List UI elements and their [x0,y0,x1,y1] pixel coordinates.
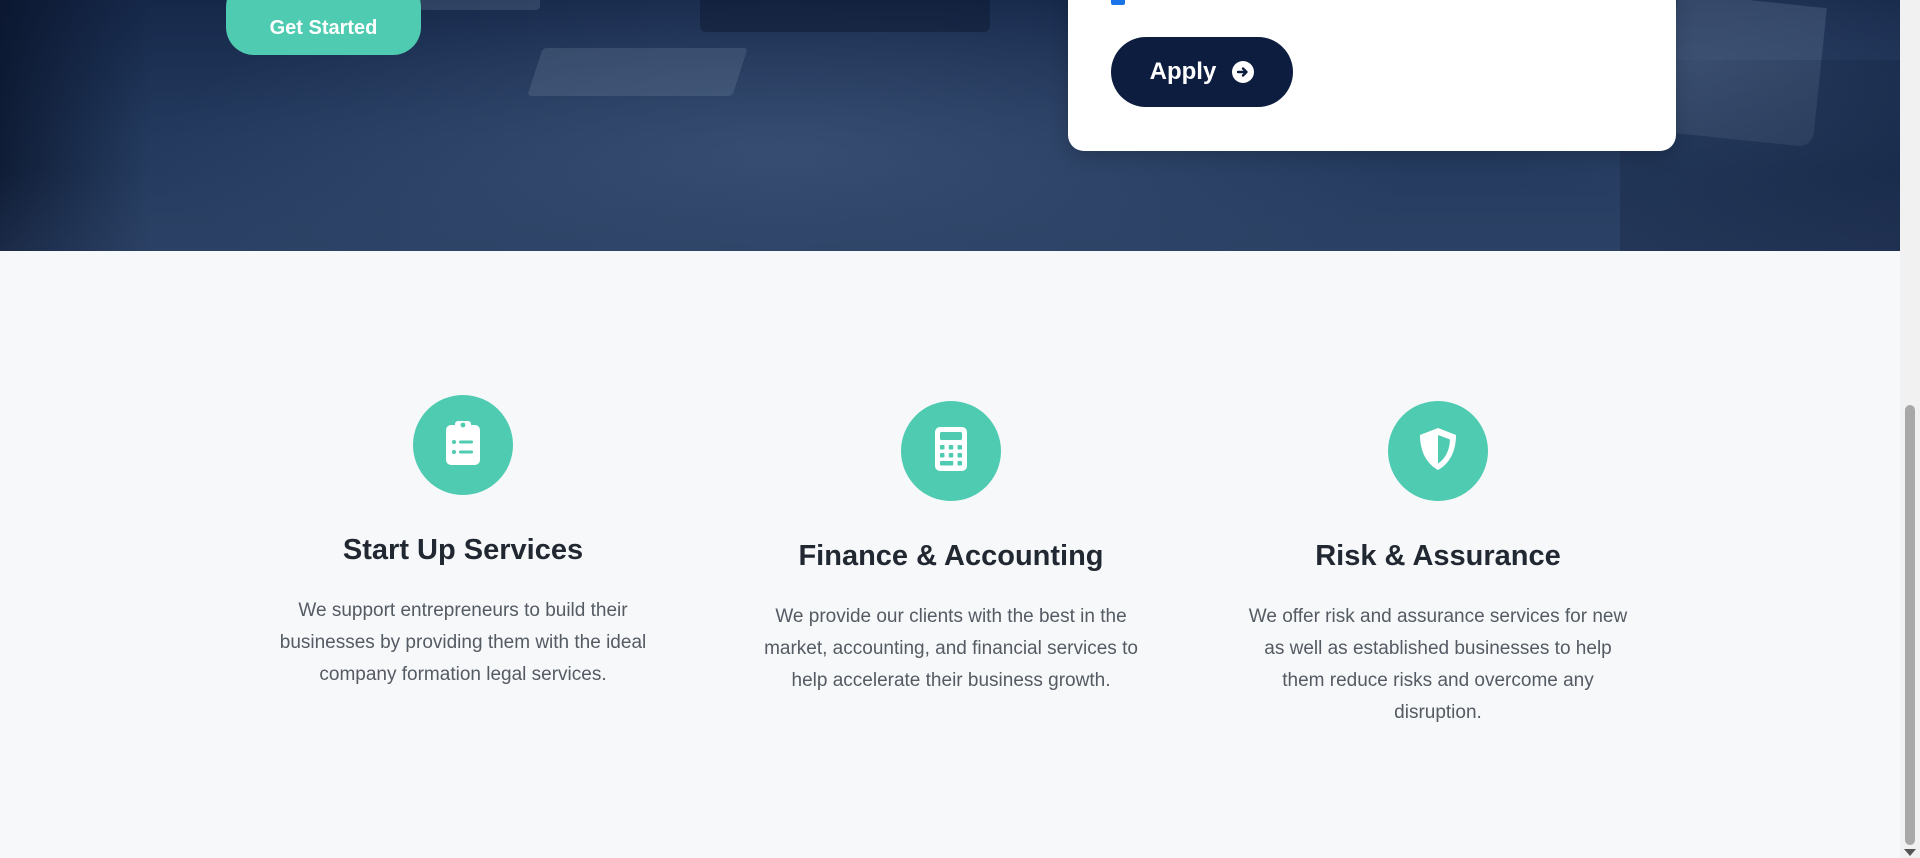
apply-button[interactable]: Apply [1111,37,1293,107]
shield-icon [1417,426,1459,477]
hero-background-phone [527,48,748,96]
service-card-finance: Finance & Accounting We provide our clie… [756,401,1146,697]
consent-checkbox[interactable] [1111,0,1125,5]
service-card-startup: Start Up Services We support entrepreneu… [268,395,658,691]
hero-section: Get Started Apply [0,0,1900,251]
service-description: We support entrepreneurs to build their … [279,600,647,685]
service-title: Risk & Assurance [1315,540,1561,572]
page-scrollbar[interactable] [1900,0,1920,858]
service-description: We offer risk and assurance services for… [1248,606,1628,723]
service-icon-circle [413,395,513,495]
apply-label: Apply [1149,58,1217,85]
service-icon-circle [901,401,1001,501]
hero-background-laptop [700,0,990,32]
service-description: We provide our clients with the best in … [764,606,1138,691]
service-card-risk: Risk & Assurance We offer risk and assur… [1243,401,1633,729]
service-icon-circle [1388,401,1488,501]
get-started-button[interactable]: Get Started [226,0,421,55]
service-title: Finance & Accounting [798,540,1104,572]
hero-background-table [0,170,1900,251]
service-title: Start Up Services [342,534,584,566]
services-section: Start Up Services We support entrepreneu… [0,251,1900,858]
clipboard-list-icon [445,420,481,471]
calculator-icon [934,426,968,477]
scroll-down-arrow-icon[interactable] [1904,849,1916,856]
application-form-card: Apply [1068,0,1676,151]
get-started-label: Get Started [269,16,378,39]
scrollbar-thumb[interactable] [1905,405,1915,845]
arrow-right-circle-icon [1232,61,1255,83]
